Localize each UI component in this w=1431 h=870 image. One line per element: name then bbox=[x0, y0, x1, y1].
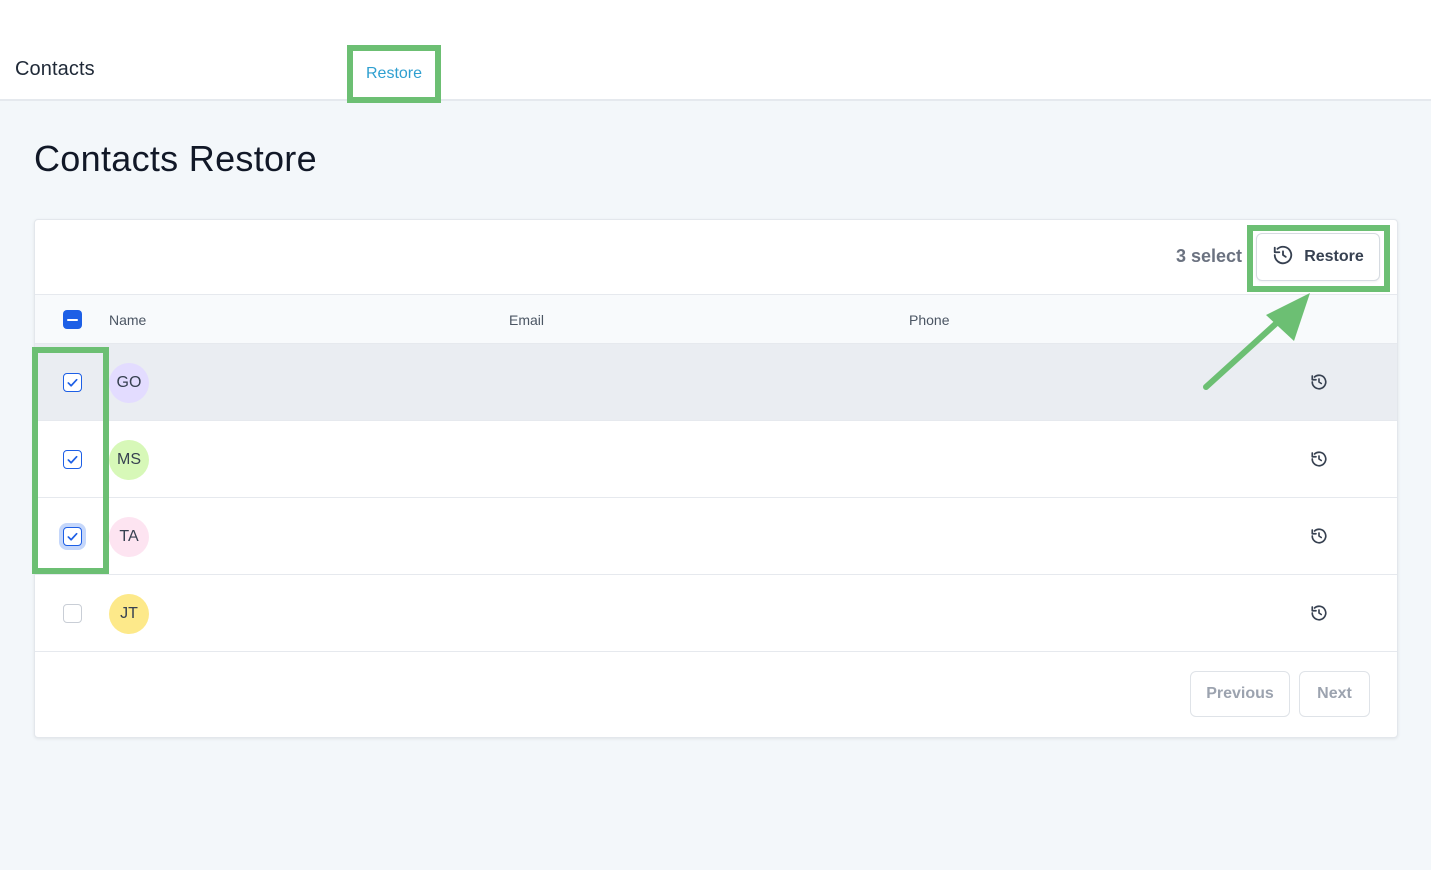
bulk-restore-button[interactable]: Restore bbox=[1256, 233, 1380, 281]
avatar: JT bbox=[109, 594, 149, 634]
bulk-restore-label: Restore bbox=[1304, 248, 1364, 265]
select-all-checkbox[interactable] bbox=[63, 310, 82, 329]
selected-checkboxes-highlight bbox=[32, 347, 109, 574]
annotation-arrow-icon bbox=[1203, 293, 1310, 390]
previous-page-button[interactable]: Previous bbox=[1190, 671, 1290, 717]
table-row[interactable]: MS bbox=[35, 421, 1397, 498]
row-checkbox[interactable] bbox=[63, 604, 82, 623]
app-title: Contacts bbox=[15, 58, 95, 80]
restore-icon[interactable] bbox=[1310, 527, 1328, 545]
next-page-button[interactable]: Next bbox=[1299, 671, 1370, 717]
top-bar: Contacts Restore bbox=[0, 0, 1431, 103]
table-row[interactable]: JT bbox=[35, 575, 1397, 652]
column-header-phone[interactable]: Phone bbox=[909, 312, 949, 328]
avatar: MS bbox=[109, 440, 149, 480]
restore-icon bbox=[1272, 244, 1294, 271]
restore-icon[interactable] bbox=[1310, 450, 1328, 468]
avatar: TA bbox=[109, 517, 149, 557]
column-header-email[interactable]: Email bbox=[509, 312, 544, 328]
table-toolbar: 3 select Restore bbox=[35, 220, 1397, 295]
avatar: GO bbox=[109, 363, 149, 403]
nav-tab-restore[interactable]: Restore bbox=[347, 45, 441, 103]
table-row[interactable]: TA bbox=[35, 498, 1397, 575]
page-title: Contacts Restore bbox=[34, 138, 317, 179]
restore-icon[interactable] bbox=[1310, 604, 1328, 622]
selected-count: 3 select bbox=[1176, 246, 1243, 266]
column-header-name[interactable]: Name bbox=[109, 312, 146, 328]
